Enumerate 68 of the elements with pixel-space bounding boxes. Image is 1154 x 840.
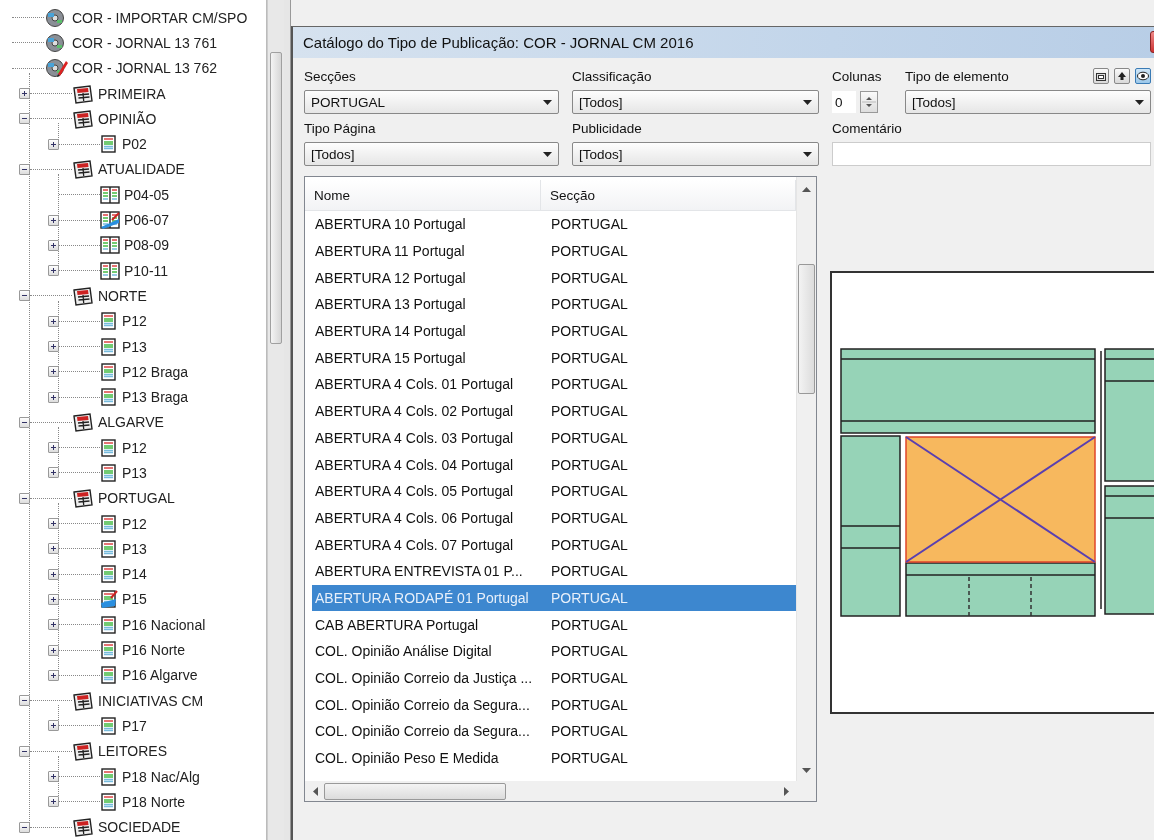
tree-item[interactable]: P04-05 [124,186,170,203]
dropdown[interactable]: [Todos] [905,90,1151,114]
tree-item[interactable]: P10-11 [124,262,169,279]
list-row[interactable]: COL. Opinião Correio da Segura... PORTUGAL [312,718,796,745]
tree-item[interactable]: LEITORES [98,743,167,760]
list-row[interactable]: ABERTURA ENTREVISTA 01 P... PORTUGAL [312,557,796,585]
tree-item[interactable]: P12 [122,439,147,456]
list-row[interactable]: ABERTURA 13 Portugal PORTUGAL [312,291,796,318]
dropdown[interactable]: [Todos] [572,142,819,166]
field-label: Classificação [572,68,652,84]
tree-item[interactable]: ALGARVE [98,414,164,431]
field-label: Comentário [832,120,902,136]
tree-item[interactable]: P08-09 [124,237,170,254]
tree-item[interactable]: P18 Nac/Alg [122,768,200,785]
tree-item[interactable]: COR - JORNAL 13 761 [72,34,217,51]
tree-item[interactable]: OPINIÃO [98,110,157,127]
tree-item[interactable]: P17 [122,717,147,734]
tree-item[interactable]: P12 [122,313,147,330]
tree-item[interactable]: P16 Norte [122,642,186,659]
tree-item[interactable]: COR - IMPORTAR CM/SPO [72,9,248,26]
dropdown[interactable]: [Todos] [572,90,819,114]
list-row[interactable]: ABERTURA 4 Cols. 05 Portugal PORTUGAL [312,477,796,505]
list-row[interactable]: ABERTURA 4 Cols. 02 Portugal PORTUGAL [312,397,796,425]
tree-item[interactable]: P02 [122,136,147,153]
list-row[interactable]: ABERTURA 4 Cols. 06 Portugal PORTUGAL [312,504,796,532]
list-row[interactable]: ABERTURA 10 Portugal PORTUGAL [312,211,796,238]
tree-item[interactable]: P13 [122,465,147,481]
tree-item[interactable]: P12 [122,515,147,532]
field-label: Publicidade [572,120,642,136]
tree-item[interactable]: P13 Braga [122,389,189,406]
dropdown[interactable]: [Todos] [304,142,559,166]
tree-item[interactable]: P14 [122,566,147,583]
tree-item[interactable]: SOCIEDADE [98,819,181,836]
tree-item[interactable]: ATUALIDADE [98,161,185,178]
tree-item[interactable]: P06-07 [124,212,170,228]
field-label: Colunas [832,68,882,84]
list-row[interactable]: ABERTURA 4 Cols. 04 Portugal PORTUGAL [312,451,796,478]
list-row[interactable]: COL. Opinião Peso E Medida PORTUGAL [312,744,796,772]
list-row[interactable]: CAB ABERTURA Portugal PORTUGAL [312,611,796,638]
tree-item[interactable]: INICIATIVAS CM [98,692,204,709]
field-label: Secções [304,68,356,84]
list-row[interactable]: ABERTURA 11 Portugal PORTUGAL [312,237,796,265]
field-label: Tipo de elemento [905,68,1009,84]
tree-item[interactable]: P18 Norte [122,793,186,810]
tree-item[interactable]: P16 Nacional [122,616,206,633]
list-row[interactable]: ABERTURA 4 Cols. 03 Portugal PORTUGAL [312,424,796,452]
tree-item[interactable]: P16 Algarve [122,667,198,684]
tree-item[interactable]: PORTUGAL [98,490,175,507]
list-row[interactable]: ABERTURA 15 Portugal PORTUGAL [312,344,796,372]
number-field[interactable]: 0 [832,91,856,113]
tree-item[interactable]: PRIMEIRA [98,85,166,102]
tree-item[interactable]: P13 [122,338,147,355]
list-row[interactable]: ABERTURA 12 Portugal PORTUGAL [312,264,796,292]
list-row[interactable]: ABERTURA 14 Portugal PORTUGAL [312,317,796,345]
tree-item[interactable]: P12 Braga [122,363,189,380]
tree-item[interactable]: P13 [122,540,147,557]
tree-item[interactable]: P15 [122,591,147,608]
column-header[interactable]: Nome [305,180,541,210]
list-row[interactable]: COL. Opinião Correio da Justiça ... PORTUGAL [312,664,796,692]
tree-item[interactable]: NORTE [98,287,147,304]
list-row[interactable]: ABERTURA 4 Cols. 07 Portugal PORTUGAL [312,531,796,558]
dropdown[interactable]: PORTUGAL [304,90,559,114]
list-row[interactable]: COL. Opinião Correio da Segura... PORTUGAL [312,691,796,719]
tree-item[interactable]: COR - JORNAL 13 762 [72,60,217,77]
list-row[interactable]: COL. Opinião Análise Digital PORTUGAL [312,638,796,665]
field-label: Tipo Página [304,120,376,136]
list-row[interactable]: ABERTURA 4 Cols. 01 Portugal PORTUGAL [312,371,796,398]
window-title: Catálogo do Tipo de Publicação: COR - JORNAL CM 2016 [303,34,694,51]
